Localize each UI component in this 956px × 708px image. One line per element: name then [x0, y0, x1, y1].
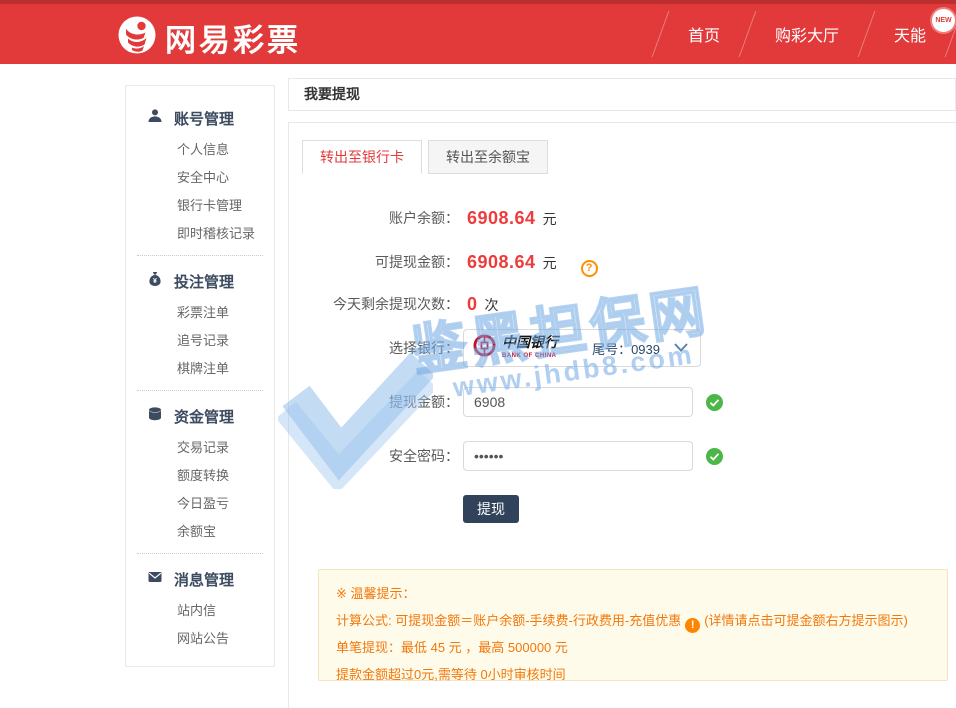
tab-to-bankcard[interactable]: 转出至银行卡 [302, 140, 422, 174]
brand-logo[interactable]: 网易彩票 [118, 15, 301, 60]
tab-to-yuebao[interactable]: 转出至余额宝 [428, 140, 548, 174]
valid-check-icon [706, 448, 723, 470]
mail-icon [147, 569, 163, 589]
amount-label: 提现金额： [289, 387, 459, 417]
bank-of-china-emblem-icon [473, 334, 496, 362]
notice-review-line: 提款金额超过0元,需等待 0小时审核时间 [336, 661, 930, 688]
sidebar-item-daily-pl[interactable]: 今日盈亏 [126, 490, 274, 518]
bank-name: 中国银行 [502, 337, 558, 351]
notice-formula-hint: (详情请点击可提金额右方提示图示) [704, 613, 908, 628]
svg-text:¥: ¥ [153, 278, 157, 285]
sidebar-item-bankcards[interactable]: 银行卡管理 [126, 192, 274, 220]
card-tail-number: 尾号：0939 [592, 339, 660, 358]
sidebar-divider [137, 390, 263, 391]
remaining-times-value: 0 [467, 294, 478, 314]
balance-label: 账户余额： [289, 203, 459, 233]
withdrawable-unit: 元 [543, 255, 557, 271]
sidebar-item-announcements[interactable]: 网站公告 [126, 625, 274, 653]
sidebar-item-profile[interactable]: 个人信息 [126, 136, 274, 164]
new-badge: NEW [932, 9, 955, 32]
amount-input[interactable] [463, 387, 693, 417]
sidebar-section-funds[interactable]: 资金管理 [126, 398, 274, 434]
sidebar-section-label: 资金管理 [174, 406, 234, 427]
brand-name: 网易彩票 [165, 15, 301, 60]
top-header: 网易彩票 首页 购彩大厅 天能 NEW [0, 0, 956, 64]
balance-value: 6908.64 [467, 208, 536, 228]
withdrawable-value: 6908.64 [467, 252, 536, 272]
sidebar-divider [137, 255, 263, 256]
help-icon[interactable]: ? [581, 260, 598, 277]
amount-row: 提现金额： [289, 387, 949, 417]
top-nav: 首页 购彩大厅 天能 NEW [660, 4, 954, 64]
bank-label: 选择银行： [289, 329, 459, 367]
sidebar-section-messages[interactable]: 消息管理 [126, 561, 274, 597]
sidebar-item-audit[interactable]: 即时稽核记录 [126, 220, 274, 248]
password-label: 安全密码： [289, 441, 459, 471]
funds-icon [147, 406, 163, 426]
sidebar: 账号管理 个人信息 安全中心 银行卡管理 即时稽核记录 ¥ 投注管理 彩票注单 … [125, 85, 275, 667]
tab-bar: 转出至银行卡 转出至余额宝 [302, 140, 548, 174]
sidebar-divider [137, 553, 263, 554]
withdraw-panel: 转出至银行卡 转出至余额宝 账户余额： 6908.64 元 可提现金额： 6908… [288, 122, 956, 708]
withdrawable-label: 可提现金额： [289, 247, 459, 277]
sidebar-item-inbox[interactable]: 站内信 [126, 597, 274, 625]
sidebar-section-label: 账号管理 [174, 108, 234, 129]
sidebar-item-yuebao[interactable]: 余额宝 [126, 518, 274, 546]
notice-limit-line: 单笔提现：最低 45 元 ，最高 500000 元 [336, 634, 930, 661]
sidebar-section-betting[interactable]: ¥ 投注管理 [126, 263, 274, 299]
sidebar-item-quota-transfer[interactable]: 额度转换 [126, 462, 274, 490]
notice-formula-line: 计算公式: 可提现金额＝账户余额-手续费-行政费用-充值优惠! (详情请点击可提金… [336, 607, 930, 634]
chevron-down-icon[interactable] [674, 339, 688, 357]
withdrawable-row: 可提现金额： 6908.64 元? [289, 247, 949, 277]
remaining-times-unit: 次 [485, 297, 499, 313]
sidebar-section-account[interactable]: 账号管理 [126, 100, 274, 136]
moneybag-icon: ¥ [147, 271, 163, 291]
nav-item-tianneng-label: 天能 [894, 22, 926, 46]
sidebar-section-label: 投注管理 [174, 271, 234, 292]
nav-item-home[interactable]: 首页 [661, 4, 747, 64]
bank-select[interactable]: 中国银行 BANK OF CHINA 尾号：0939 [463, 329, 701, 367]
alert-icon[interactable]: ! [685, 618, 700, 633]
notice-title: ※ 温馨提示： [336, 580, 930, 607]
user-icon [147, 108, 163, 128]
sidebar-section-label: 消息管理 [174, 569, 234, 590]
password-row: 安全密码： [289, 441, 949, 471]
bank-name-en: BANK OF CHINA [502, 353, 558, 359]
sidebar-item-chase-records[interactable]: 追号记录 [126, 327, 274, 355]
remaining-times-row: 今天剩余提现次数： 0次 [289, 289, 949, 319]
nav-item-tianneng[interactable]: 天能 NEW [867, 4, 953, 64]
sidebar-item-lottery-orders[interactable]: 彩票注单 [126, 299, 274, 327]
remaining-times-label: 今天剩余提现次数： [289, 289, 459, 319]
notice-formula-text: 计算公式: 可提现金额＝账户余额-手续费-行政费用-充值优惠 [336, 613, 681, 628]
sidebar-item-security[interactable]: 安全中心 [126, 164, 274, 192]
balance-unit: 元 [543, 211, 557, 227]
sidebar-item-chess-orders[interactable]: 棋牌注单 [126, 355, 274, 383]
valid-check-icon [706, 394, 723, 416]
notice-box: ※ 温馨提示： 计算公式: 可提现金额＝账户余额-手续费-行政费用-充值优惠! (… [318, 569, 948, 681]
lottery-bird-icon [118, 16, 156, 59]
page-title: 我要提现 [288, 78, 956, 111]
withdraw-button[interactable]: 提现 [463, 495, 519, 523]
bank-row: 选择银行： 中国银行 BANK OF CHINA 尾号：0939 [289, 329, 949, 367]
password-input[interactable] [463, 441, 693, 471]
sidebar-item-transactions[interactable]: 交易记录 [126, 434, 274, 462]
balance-row: 账户余额： 6908.64 元 [289, 203, 949, 233]
nav-item-hall[interactable]: 购彩大厅 [748, 4, 866, 64]
